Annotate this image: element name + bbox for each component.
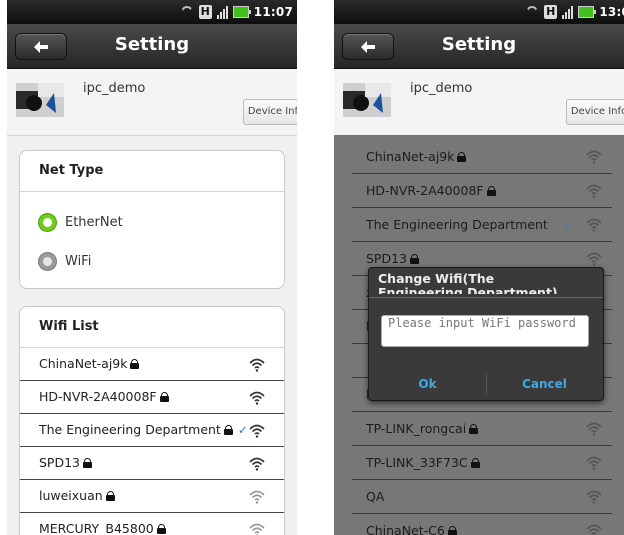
ok-button[interactable]: Ok [369, 368, 486, 400]
device-thumbnail [343, 83, 391, 117]
device-name: ipc_demo [83, 81, 146, 96]
device-header: ipc_demo Device Info [7, 69, 297, 136]
lock-icon [156, 523, 166, 534]
change-wifi-dialog: Change Wifi(The Engineering Department) … [368, 267, 604, 401]
wifi-name: ChinaNet-C6 [366, 523, 445, 535]
page-title: Setting [441, 34, 517, 55]
wifi-name: SPD13 [39, 455, 81, 470]
title-bar: Setting [334, 24, 624, 69]
status-bar: H 13:0 [334, 0, 624, 24]
page-title: Setting [114, 34, 190, 55]
wifi-signal-icon [249, 522, 265, 535]
wifi-list-header: Wifi List [20, 307, 284, 348]
wifi-list-item[interactable]: The Engineering Department ✓ [352, 207, 612, 242]
device-thumbnail [16, 83, 64, 117]
lock-icon [105, 490, 115, 501]
wifi-signal-icon [586, 421, 602, 436]
wifi-list-item[interactable]: The Engineering Department ✓ [20, 413, 284, 447]
device-info-button[interactable]: Device Info [566, 99, 624, 125]
wifi-signal-icon [586, 251, 602, 266]
wifi-name: TP-LINK_33F73C [366, 455, 468, 470]
wifi-name: HD-NVR-2A40008F [39, 389, 157, 404]
radio-wifi[interactable]: WiFi [39, 253, 91, 270]
radio-label: WiFi [65, 254, 92, 269]
wifi-list-card: Wifi List ChinaNet-aj9k HD-NVR-2A40008F Th… [19, 306, 285, 535]
wifi-list-item[interactable]: ChinaNet-aj9k [20, 347, 284, 381]
wifi-signal-icon [586, 183, 602, 198]
battery-icon [578, 6, 597, 18]
wifi-signal-icon [249, 390, 265, 405]
radio-selected-icon [39, 214, 56, 231]
wifi-name: ChinaNet-aj9k [39, 356, 128, 371]
network-type-icon: H [198, 5, 212, 19]
wifi-list-item[interactable]: luweixuan [20, 479, 284, 513]
wifi-signal-icon [249, 456, 265, 471]
wifi-name: The Engineering Department [366, 217, 548, 232]
net-type-header: Net Type [20, 151, 284, 192]
wifi-name: HD-NVR-2A40008F [366, 183, 484, 198]
wifi-signal-icon [586, 489, 602, 504]
lock-icon [223, 424, 233, 435]
device-name: ipc_demo [410, 81, 473, 96]
wifi-signal-icon [249, 423, 265, 438]
status-clock: 13:0 [599, 5, 624, 19]
lock-icon [83, 457, 93, 468]
wifi-signal-icon [586, 455, 602, 470]
wifi-name: luweixuan [39, 488, 103, 503]
title-bar: Setting [7, 24, 297, 69]
connected-check-icon: ✓ [562, 217, 573, 232]
wifi-list-item[interactable]: MERCURY_B45800 [20, 512, 284, 535]
signal-strength-icon [216, 5, 228, 19]
radio-ethernet[interactable]: EtherNet [39, 214, 123, 231]
signal-strength-icon [562, 5, 574, 19]
radio-unselected-icon [39, 253, 56, 270]
wifi-list-item[interactable]: HD-NVR-2A40008F [20, 380, 284, 414]
wifi-signal-icon [249, 357, 265, 372]
battery-icon [232, 6, 251, 18]
wifi-name: ChinaNet-aj9k [366, 149, 455, 164]
lock-icon [130, 358, 140, 369]
lock-icon [469, 423, 479, 434]
wifi-password-input[interactable]: Please input WiFi password [381, 315, 589, 347]
wifi-status-icon [180, 6, 194, 18]
wifi-list-item[interactable]: ChinaNet-aj9k [352, 139, 612, 174]
device-info-button[interactable]: Device Info [243, 99, 297, 125]
wifi-signal-icon [586, 149, 602, 164]
wifi-name: MERCURY_B45800 [39, 521, 154, 535]
device-header: ipc_demo Device Info [334, 69, 624, 136]
radio-label: EtherNet [65, 215, 123, 230]
wifi-name: The Engineering Department [39, 422, 221, 437]
wifi-name: SPD13 [366, 251, 408, 266]
lock-icon [447, 525, 457, 535]
wifi-name: QA [366, 489, 385, 504]
wifi-signal-icon [249, 489, 265, 504]
wifi-list-item[interactable]: TP-LINK_33F73C [352, 445, 612, 480]
wifi-signal-icon [586, 523, 602, 535]
status-bar: H 11:07 [7, 0, 297, 24]
cancel-button[interactable]: Cancel [486, 368, 603, 400]
wifi-list-item[interactable]: TP-LINK_rongcai [352, 411, 612, 446]
net-type-card: Net Type EtherNet WiFi [19, 150, 285, 289]
network-type-icon: H [544, 5, 558, 19]
wifi-list-item[interactable]: SPD13 [20, 446, 284, 480]
wifi-signal-icon [586, 217, 602, 232]
status-clock: 11:07 [253, 5, 293, 19]
dialog-divider [369, 297, 603, 298]
lock-icon [470, 457, 480, 468]
wifi-status-icon [525, 6, 539, 18]
right-phone-screen: H 13:0 Setting ipc_demo Device Info Chin… [334, 0, 624, 535]
wifi-name: TP-LINK_rongcai [366, 421, 467, 436]
wifi-list-item[interactable]: HD-NVR-2A40008F [352, 173, 612, 208]
wifi-list-item[interactable]: QA [352, 479, 612, 514]
dialog-title: Change Wifi(The Engineering Department) [378, 272, 558, 294]
left-phone-screen: H 11:07 Setting ipc_demo Device Info Net… [7, 0, 297, 535]
wifi-list-item[interactable]: ChinaNet-C6 [352, 513, 612, 535]
connected-check-icon: ✓ [237, 422, 248, 437]
lock-icon [159, 391, 169, 402]
lock-icon [486, 185, 496, 196]
lock-icon [457, 151, 467, 162]
dialog-buttons: Ok Cancel [369, 368, 603, 400]
lock-icon [410, 253, 420, 264]
